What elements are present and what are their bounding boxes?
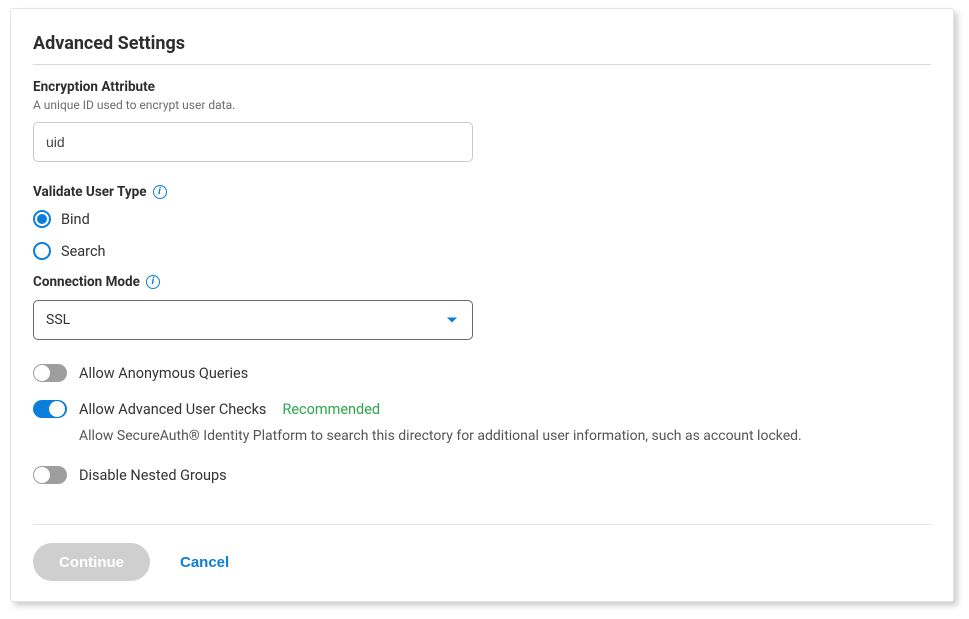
connection-mode-value: SSL xyxy=(46,312,70,328)
validate-user-type-label: Validate User Type xyxy=(33,184,147,200)
page-title: Advanced Settings xyxy=(33,33,931,65)
encryption-attribute-input[interactable] xyxy=(33,122,473,162)
continue-button[interactable]: Continue xyxy=(33,543,150,581)
connection-mode-label: Connection Mode xyxy=(33,274,140,290)
info-icon[interactable]: i xyxy=(153,185,167,199)
encryption-attribute-label: Encryption Attribute xyxy=(33,79,931,95)
toggle-allow-advanced-user-checks-row: Allow Advanced User Checks Recommended xyxy=(33,400,931,418)
advanced-settings-card: Advanced Settings Encryption Attribute A… xyxy=(10,8,954,602)
toggle-allow-advanced-user-checks[interactable] xyxy=(33,400,67,418)
toggle-allow-anonymous-queries[interactable] xyxy=(33,364,67,382)
allow-advanced-user-checks-label: Allow Advanced User Checks xyxy=(79,401,266,418)
chevron-down-icon xyxy=(447,318,457,323)
toggle-disable-nested-groups-row: Disable Nested Groups xyxy=(33,466,931,484)
radio-bind[interactable]: Bind xyxy=(33,210,931,228)
disable-nested-groups-label: Disable Nested Groups xyxy=(79,467,227,484)
toggle-disable-nested-groups[interactable] xyxy=(33,466,67,484)
radio-search[interactable]: Search xyxy=(33,242,931,260)
radio-bind-label: Bind xyxy=(61,211,90,228)
recommended-badge: Recommended xyxy=(282,401,380,418)
radio-search-label: Search xyxy=(61,243,106,260)
radio-search-control[interactable] xyxy=(33,242,51,260)
footer: Continue Cancel xyxy=(33,524,931,581)
cancel-button[interactable]: Cancel xyxy=(180,554,229,571)
connection-mode-select[interactable]: SSL xyxy=(33,300,473,340)
toggle-allow-anonymous-queries-row: Allow Anonymous Queries xyxy=(33,364,931,382)
info-icon[interactable]: i xyxy=(146,275,160,289)
allow-anonymous-queries-label: Allow Anonymous Queries xyxy=(79,365,248,382)
radio-bind-control[interactable] xyxy=(33,210,51,228)
allow-advanced-user-checks-desc: Allow SecureAuth® Identity Platform to s… xyxy=(79,428,931,444)
encryption-attribute-hint: A unique ID used to encrypt user data. xyxy=(33,98,931,112)
